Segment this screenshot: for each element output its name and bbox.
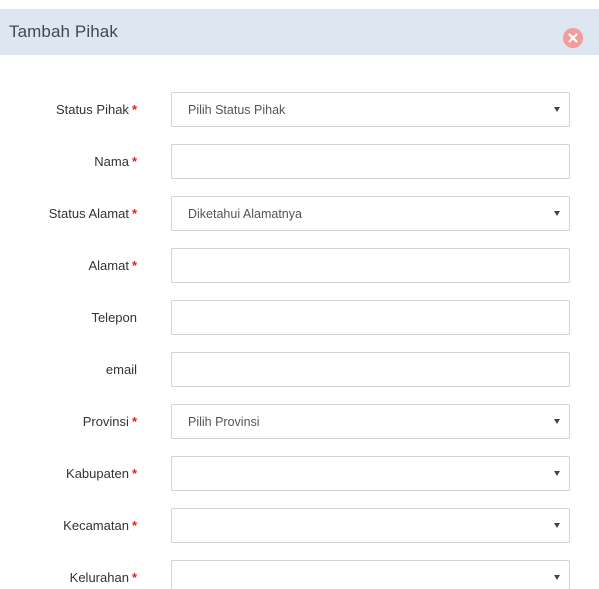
nama-label: Nama * — [94, 154, 137, 169]
kelurahan-select[interactable] — [171, 560, 570, 589]
kelurahan-label: Kelurahan * — [69, 570, 137, 585]
nama-input[interactable] — [171, 144, 570, 179]
row-telepon: Telepon — [0, 300, 599, 338]
chevron-down-icon — [554, 523, 560, 528]
row-status-pihak: Status Pihak * Pilih Status Pihak — [0, 92, 599, 130]
row-nama: Nama * — [0, 144, 599, 182]
telepon-input[interactable] — [171, 300, 570, 335]
provinsi-label: Provinsi * — [82, 414, 137, 429]
required-marker: * — [131, 518, 137, 533]
row-kecamatan: Kecamatan * — [0, 508, 599, 546]
email-input[interactable] — [171, 352, 570, 387]
chevron-down-icon — [554, 471, 560, 476]
row-status-alamat: Status Alamat * Diketahui Alamatnya — [0, 196, 599, 234]
status-alamat-value: Diketahui Alamatnya — [188, 207, 302, 221]
close-button[interactable] — [563, 28, 583, 48]
alamat-label: Alamat * — [88, 258, 137, 273]
row-kelurahan: Kelurahan * — [0, 560, 599, 589]
row-alamat: Alamat * — [0, 248, 599, 286]
required-marker: * — [131, 414, 137, 429]
kecamatan-select[interactable] — [171, 508, 570, 543]
add-party-dialog: Tambah Pihak Status Pihak * Pilih Status … — [0, 0, 599, 589]
required-marker: * — [131, 154, 137, 169]
chevron-down-icon — [554, 211, 560, 216]
close-icon — [568, 33, 578, 43]
chevron-down-icon — [554, 419, 560, 424]
status-pihak-label: Status Pihak * — [55, 102, 137, 117]
chevron-down-icon — [554, 107, 560, 112]
row-kabupaten: Kabupaten * — [0, 456, 599, 494]
kabupaten-select[interactable] — [171, 456, 570, 491]
required-marker: * — [131, 570, 137, 585]
dialog-header: Tambah Pihak — [0, 9, 599, 55]
status-alamat-select[interactable]: Diketahui Alamatnya — [171, 196, 570, 231]
provinsi-select[interactable]: Pilih Provinsi — [171, 404, 570, 439]
status-pihak-value: Pilih Status Pihak — [188, 103, 286, 117]
status-pihak-select[interactable]: Pilih Status Pihak — [171, 92, 570, 127]
row-email: email — [0, 352, 599, 390]
email-label: email — [105, 362, 137, 377]
chevron-down-icon — [554, 575, 560, 580]
required-marker: * — [131, 258, 137, 273]
alamat-input[interactable] — [171, 248, 570, 283]
required-marker: * — [131, 102, 137, 117]
kecamatan-label: Kecamatan * — [63, 518, 137, 533]
required-marker: * — [131, 466, 137, 481]
required-marker: * — [131, 206, 137, 221]
status-alamat-label: Status Alamat * — [48, 206, 137, 221]
provinsi-value: Pilih Provinsi — [188, 415, 260, 429]
dialog-title: Tambah Pihak — [9, 22, 118, 41]
row-provinsi: Provinsi * Pilih Provinsi — [0, 404, 599, 442]
kabupaten-label: Kabupaten * — [66, 466, 137, 481]
telepon-label: Telepon — [91, 310, 137, 325]
